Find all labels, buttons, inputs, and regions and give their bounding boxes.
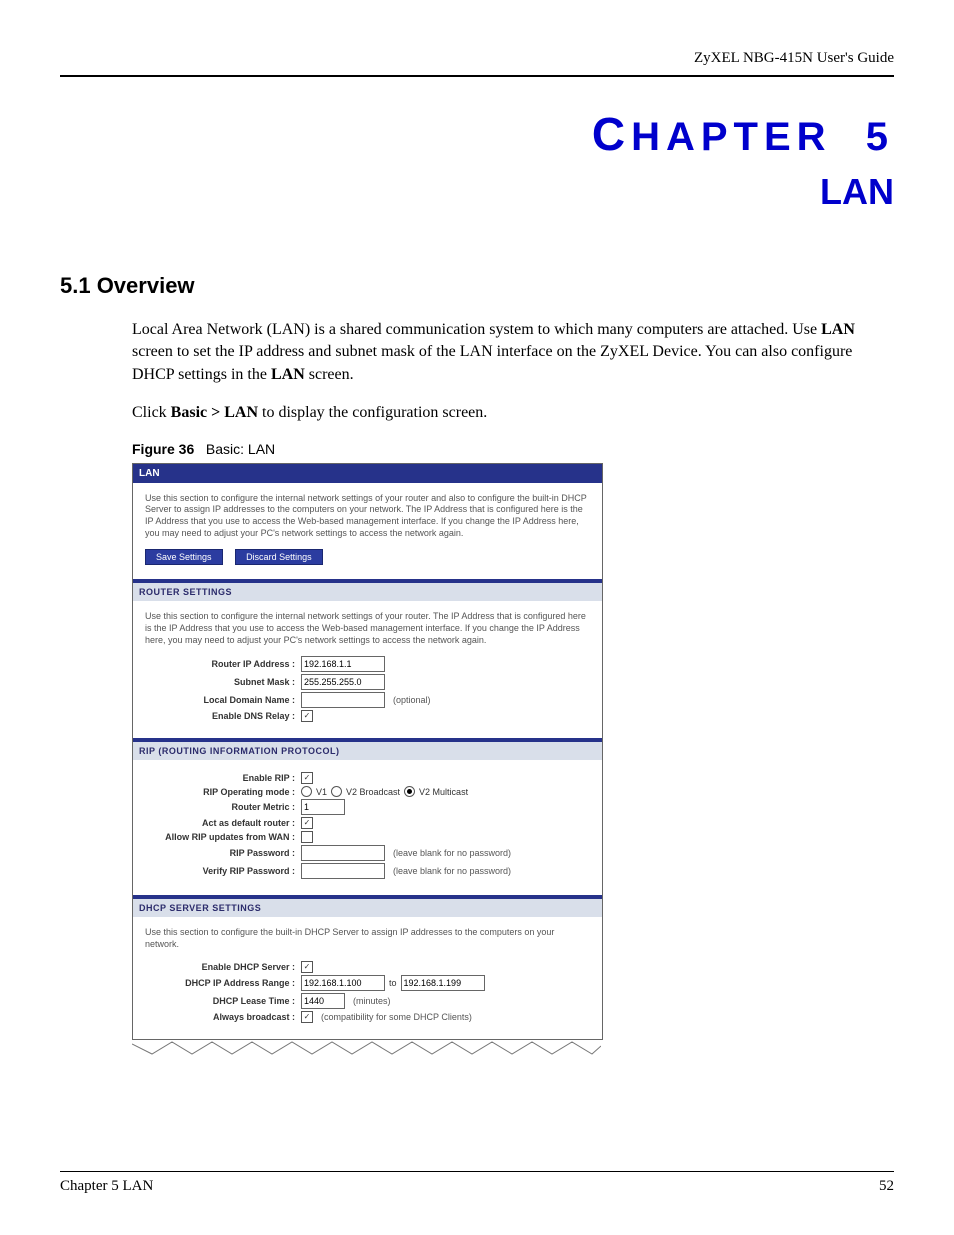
figure-text: Basic: LAN: [206, 441, 275, 457]
footer-chapter: Chapter 5 LAN: [60, 1178, 153, 1195]
broadcast-hint: (compatibility for some DHCP Clients): [321, 1012, 472, 1022]
router-metric-input[interactable]: [301, 799, 345, 815]
default-router-label: Act as default router :: [145, 818, 301, 828]
dhcp-lease-label: DHCP Lease Time :: [145, 996, 301, 1006]
dhcp-range-from-input[interactable]: [301, 975, 385, 991]
dhcp-desc: Use this section to configure the built-…: [145, 927, 590, 950]
text: to display the configuration screen.: [258, 404, 487, 421]
discard-settings-button[interactable]: Discard Settings: [235, 549, 323, 565]
figure-caption: Figure 36 Basic: LAN: [132, 441, 894, 457]
text: Click: [132, 404, 171, 421]
panel-title: LAN: [133, 464, 602, 483]
always-broadcast-label: Always broadcast :: [145, 1012, 301, 1022]
text: screen.: [305, 366, 354, 383]
bold: LAN: [821, 321, 855, 338]
torn-edge-icon: [132, 1040, 601, 1058]
chapter-number: 5: [866, 115, 894, 159]
chapter-subtitle: LAN: [60, 171, 894, 213]
verify-rip-pw-hint: (leave blank for no password): [393, 866, 511, 876]
chapter-word: HAPTER: [631, 115, 831, 159]
header-rule: [60, 75, 894, 77]
page-header: ZyXEL NBG-415N User's Guide: [60, 50, 894, 67]
rip-v2m-text: V2 Multicast: [419, 787, 468, 797]
chapter-title: CHAPTER 5: [60, 107, 894, 161]
router-ip-input[interactable]: [301, 656, 385, 672]
figure-label: Figure 36: [132, 441, 194, 457]
router-settings-desc: Use this section to configure the intern…: [145, 611, 590, 646]
text: screen to set the IP address and subnet …: [132, 343, 852, 382]
section-heading: 5.1 Overview: [60, 273, 894, 299]
text: Local Area Network (LAN) is a shared com…: [132, 321, 821, 338]
chapter-c: C: [592, 108, 631, 160]
rip-v2-multicast-radio[interactable]: [404, 786, 415, 797]
router-ip-label: Router IP Address :: [145, 659, 301, 669]
rip-wan-label: Allow RIP updates from WAN :: [145, 832, 301, 842]
dhcp-range-to-input[interactable]: [401, 975, 485, 991]
default-router-checkbox[interactable]: ✓: [301, 817, 313, 829]
range-to-word: to: [389, 978, 397, 988]
rip-header: RIP (ROUTING INFORMATION PROTOCOL): [133, 740, 602, 760]
rip-pw-hint: (leave blank for no password): [393, 848, 511, 858]
lan-config-screenshot: LAN Use this section to configure the in…: [132, 463, 603, 1040]
dhcp-lease-input[interactable]: [301, 993, 345, 1009]
verify-rip-password-input[interactable]: [301, 863, 385, 879]
enable-dns-relay-label: Enable DNS Relay :: [145, 711, 301, 721]
bold: Basic > LAN: [171, 404, 258, 421]
subnet-mask-input[interactable]: [301, 674, 385, 690]
overview-paragraph-2: Click Basic > LAN to display the configu…: [60, 402, 894, 424]
enable-dhcp-label: Enable DHCP Server :: [145, 962, 301, 972]
local-domain-label: Local Domain Name :: [145, 695, 301, 705]
page-footer: Chapter 5 LAN 52: [60, 1171, 894, 1195]
footer-page-number: 52: [879, 1178, 894, 1195]
rip-v1-text: V1: [316, 787, 327, 797]
enable-rip-label: Enable RIP :: [145, 773, 301, 783]
enable-dns-relay-checkbox[interactable]: ✓: [301, 710, 313, 722]
bold: LAN: [271, 366, 305, 383]
enable-dhcp-checkbox[interactable]: ✓: [301, 961, 313, 973]
overview-paragraph-1: Local Area Network (LAN) is a shared com…: [60, 319, 894, 386]
dhcp-header: DHCP SERVER SETTINGS: [133, 897, 602, 917]
rip-v2b-text: V2 Broadcast: [346, 787, 400, 797]
rip-v1-radio[interactable]: [301, 786, 312, 797]
rip-password-input[interactable]: [301, 845, 385, 861]
router-metric-label: Router Metric :: [145, 802, 301, 812]
verify-rip-password-label: Verify RIP Password :: [145, 866, 301, 876]
optional-hint: (optional): [393, 695, 431, 705]
save-settings-button[interactable]: Save Settings: [145, 549, 223, 565]
panel-intro: Use this section to configure the intern…: [145, 493, 590, 540]
dhcp-range-label: DHCP IP Address Range :: [145, 978, 301, 988]
footer-rule: [60, 1171, 894, 1172]
rip-v2-broadcast-radio[interactable]: [331, 786, 342, 797]
rip-wan-checkbox[interactable]: [301, 831, 313, 843]
rip-mode-label: RIP Operating mode :: [145, 787, 301, 797]
rip-password-label: RIP Password :: [145, 848, 301, 858]
minutes-hint: (minutes): [353, 996, 391, 1006]
enable-rip-checkbox[interactable]: ✓: [301, 772, 313, 784]
router-settings-header: ROUTER SETTINGS: [133, 581, 602, 601]
subnet-mask-label: Subnet Mask :: [145, 677, 301, 687]
always-broadcast-checkbox[interactable]: ✓: [301, 1011, 313, 1023]
local-domain-input[interactable]: [301, 692, 385, 708]
